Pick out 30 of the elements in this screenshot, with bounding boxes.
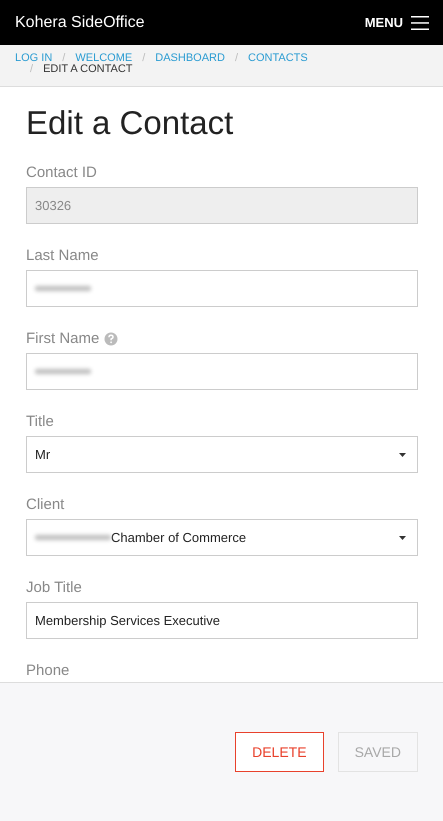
field-label: Contact ID [26, 164, 97, 181]
breadcrumb-link[interactable]: LOG IN [15, 53, 52, 64]
field-label: Phone [26, 662, 70, 679]
breadcrumb-separator: / [142, 53, 146, 64]
input-field[interactable] [26, 270, 418, 307]
select-field[interactable]: Chamber of Commerce [26, 519, 418, 556]
breadcrumb-separator: / [30, 64, 34, 75]
field-label: Last Name [26, 247, 99, 264]
page-title: Edit a Contact [26, 104, 234, 142]
caret-icon [399, 536, 406, 540]
breadcrumb-separator: / [234, 53, 238, 64]
help-icon[interactable] [104, 332, 118, 346]
breadcrumb-link[interactable]: WELCOME [75, 53, 132, 64]
input-field[interactable]: Membership Services Executive [26, 602, 418, 639]
field-label: Client [26, 496, 64, 513]
input-field[interactable] [26, 353, 418, 390]
menu-icon [411, 14, 429, 30]
breadcrumb-link[interactable]: DASHBOARD [155, 53, 225, 64]
field-label: First Name [26, 330, 100, 347]
caret-icon [399, 453, 406, 457]
select-field[interactable]: Mr [26, 436, 418, 473]
breadcrumb-link[interactable]: CONTACTS [248, 53, 308, 64]
field-label: Job Title [26, 579, 82, 596]
delete-button[interactable]: DELETE [235, 732, 324, 772]
app-title: Kohera SideOffice [15, 14, 145, 32]
input-field[interactable]: 30326 [26, 187, 418, 224]
breadcrumb-current: EDIT A CONTACT [43, 64, 133, 75]
field-label: Title [26, 413, 54, 430]
menu-button[interactable]: MENU [364, 14, 429, 30]
breadcrumb-separator: / [62, 53, 66, 64]
